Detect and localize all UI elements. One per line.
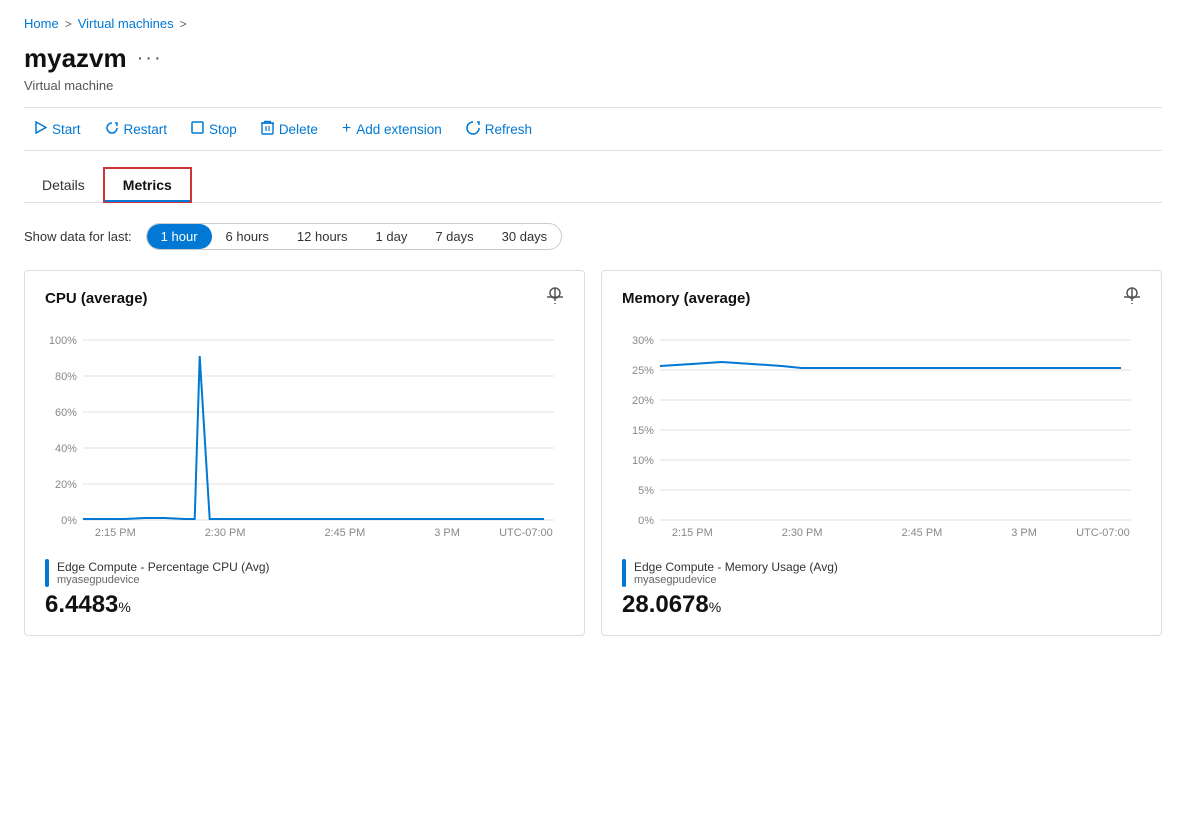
tab-details[interactable]: Details bbox=[24, 167, 103, 202]
delete-icon bbox=[261, 120, 274, 138]
memory-legend-device: myasegpudevice bbox=[634, 574, 838, 586]
time-btn-1day[interactable]: 1 day bbox=[362, 224, 422, 249]
time-btn-6hours[interactable]: 6 hours bbox=[212, 224, 283, 249]
start-icon bbox=[34, 121, 47, 137]
memory-legend-label: Edge Compute - Memory Usage (Avg) bbox=[634, 560, 838, 574]
refresh-button[interactable]: Refresh bbox=[456, 117, 542, 142]
cpu-legend-bar bbox=[45, 559, 49, 587]
tabs: Details Metrics bbox=[24, 167, 1162, 203]
delete-button[interactable]: Delete bbox=[251, 116, 328, 142]
time-filter-group: 1 hour 6 hours 12 hours 1 day 7 days 30 … bbox=[146, 223, 563, 250]
svg-text:15%: 15% bbox=[632, 425, 654, 437]
svg-text:2:30 PM: 2:30 PM bbox=[205, 527, 246, 539]
page-title: myazvm bbox=[24, 43, 127, 74]
cpu-legend-device: myasegpudevice bbox=[57, 574, 270, 586]
svg-text:80%: 80% bbox=[55, 371, 77, 383]
svg-text:25%: 25% bbox=[632, 365, 654, 377]
svg-text:2:45 PM: 2:45 PM bbox=[324, 527, 365, 539]
breadcrumb: Home > Virtual machines > bbox=[24, 16, 1162, 31]
refresh-icon bbox=[466, 121, 480, 138]
cpu-chart-footer: Edge Compute - Percentage CPU (Avg) myas… bbox=[45, 559, 564, 619]
memory-pin-button[interactable] bbox=[1123, 287, 1141, 310]
cpu-chart-title: CPU (average) bbox=[45, 290, 148, 307]
cpu-metric-value: 6.4483% bbox=[45, 591, 564, 619]
breadcrumb-sep2: > bbox=[180, 17, 187, 31]
time-btn-12hours[interactable]: 12 hours bbox=[283, 224, 362, 249]
toolbar: Start Restart Stop Delete + Add extensio… bbox=[24, 107, 1162, 151]
memory-chart-card: Memory (average) 30% 25% 20% 15% 10% 5% … bbox=[601, 270, 1162, 636]
svg-text:5%: 5% bbox=[638, 485, 654, 497]
more-options-button[interactable]: ··· bbox=[137, 47, 163, 70]
restart-icon bbox=[105, 121, 119, 138]
add-icon: + bbox=[342, 121, 351, 137]
cpu-chart-card: CPU (average) 100% 80% 60% 40% 20% 0% bbox=[24, 270, 585, 636]
svg-text:30%: 30% bbox=[632, 335, 654, 347]
cpu-chart-header: CPU (average) bbox=[45, 287, 564, 310]
svg-text:3 PM: 3 PM bbox=[1011, 527, 1037, 539]
breadcrumb-sep1: > bbox=[65, 17, 72, 31]
time-filter-label: Show data for last: bbox=[24, 229, 132, 244]
svg-text:20%: 20% bbox=[55, 479, 77, 491]
svg-text:2:45 PM: 2:45 PM bbox=[901, 527, 942, 539]
breadcrumb-home[interactable]: Home bbox=[24, 16, 59, 31]
tab-metrics[interactable]: Metrics bbox=[103, 167, 192, 203]
page-subtitle: Virtual machine bbox=[24, 78, 1162, 93]
add-extension-button[interactable]: + Add extension bbox=[332, 117, 452, 141]
svg-text:2:15 PM: 2:15 PM bbox=[95, 527, 136, 539]
cpu-chart-svg: 100% 80% 60% 40% 20% 0% 2:15 PM 2:30 PM … bbox=[45, 326, 564, 546]
cpu-legend-label: Edge Compute - Percentage CPU (Avg) bbox=[57, 560, 270, 574]
svg-text:20%: 20% bbox=[632, 395, 654, 407]
svg-text:0%: 0% bbox=[638, 515, 654, 527]
time-btn-30days[interactable]: 30 days bbox=[488, 224, 562, 249]
memory-legend-bar bbox=[622, 559, 626, 587]
stop-icon bbox=[191, 121, 204, 137]
memory-metric-value: 28.0678% bbox=[622, 591, 1141, 619]
svg-text:100%: 100% bbox=[49, 335, 77, 347]
time-filter-row: Show data for last: 1 hour 6 hours 12 ho… bbox=[24, 223, 1162, 250]
time-btn-1hour[interactable]: 1 hour bbox=[147, 224, 212, 249]
memory-chart-footer: Edge Compute - Memory Usage (Avg) myaseg… bbox=[622, 559, 1141, 619]
svg-text:60%: 60% bbox=[55, 407, 77, 419]
memory-chart-svg: 30% 25% 20% 15% 10% 5% 0% 2:15 PM 2:30 P… bbox=[622, 326, 1141, 546]
svg-text:10%: 10% bbox=[632, 455, 654, 467]
start-button[interactable]: Start bbox=[24, 117, 91, 141]
breadcrumb-vms[interactable]: Virtual machines bbox=[78, 16, 174, 31]
memory-chart-header: Memory (average) bbox=[622, 287, 1141, 310]
restart-button[interactable]: Restart bbox=[95, 117, 178, 142]
svg-text:UTC-07:00: UTC-07:00 bbox=[1076, 527, 1130, 539]
svg-text:40%: 40% bbox=[55, 443, 77, 455]
svg-text:2:30 PM: 2:30 PM bbox=[782, 527, 823, 539]
svg-text:2:15 PM: 2:15 PM bbox=[672, 527, 713, 539]
memory-chart-title: Memory (average) bbox=[622, 290, 750, 307]
svg-text:UTC-07:00: UTC-07:00 bbox=[499, 527, 553, 539]
svg-text:0%: 0% bbox=[61, 515, 77, 527]
stop-button[interactable]: Stop bbox=[181, 117, 247, 141]
svg-text:3 PM: 3 PM bbox=[434, 527, 460, 539]
charts-grid: CPU (average) 100% 80% 60% 40% 20% 0% bbox=[24, 270, 1162, 636]
cpu-pin-button[interactable] bbox=[546, 287, 564, 310]
time-btn-7days[interactable]: 7 days bbox=[421, 224, 487, 249]
page-title-row: myazvm ··· bbox=[24, 43, 1162, 74]
